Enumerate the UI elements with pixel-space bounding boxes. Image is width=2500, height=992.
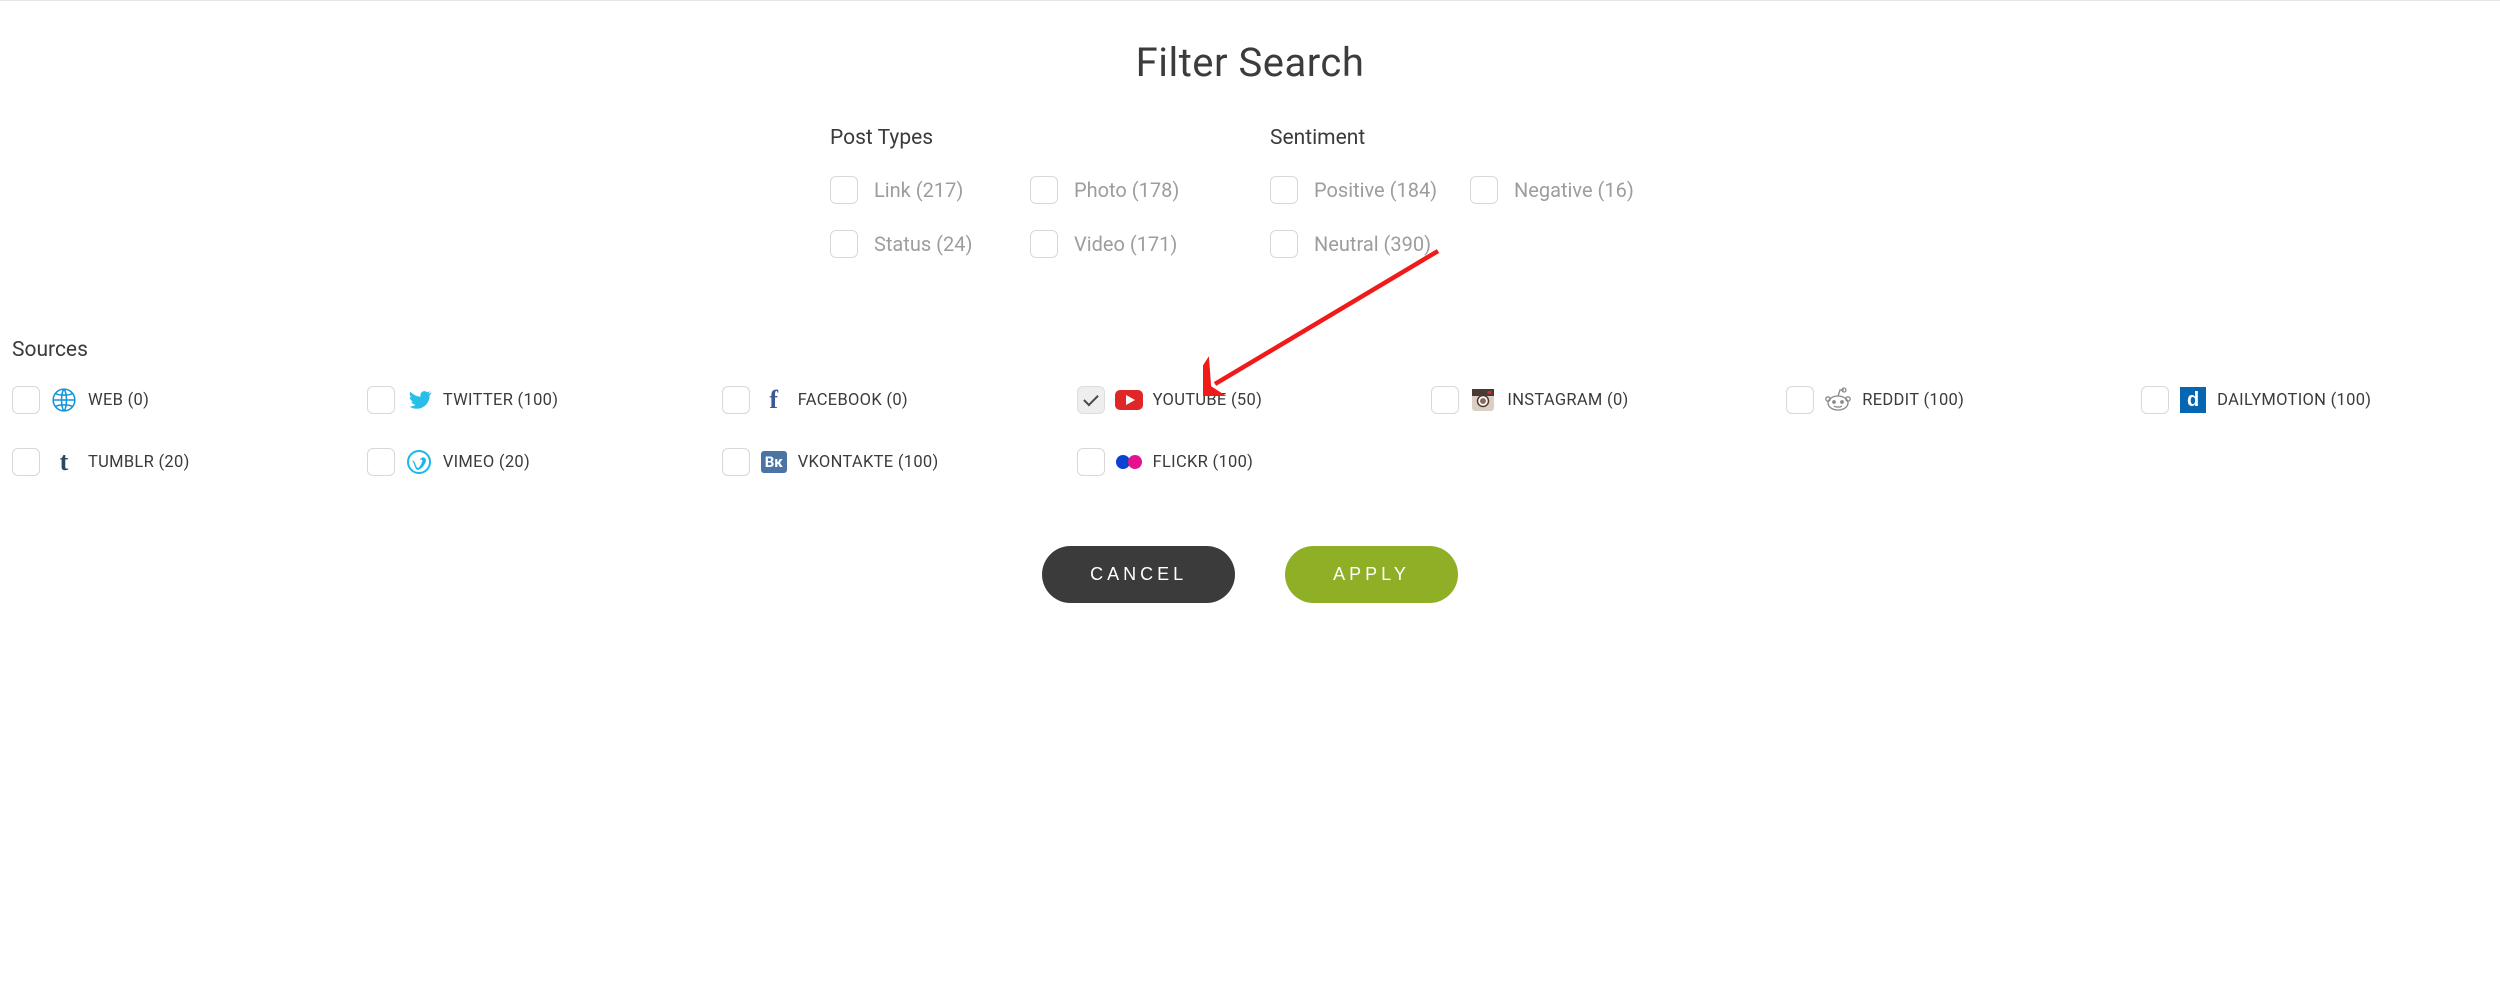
source-youtube[interactable]: YOUTUBE (50) <box>1077 386 1424 414</box>
source-vimeo[interactable]: VIMEO (20) <box>367 448 714 476</box>
instagram-icon <box>1469 386 1497 414</box>
web-icon <box>50 386 78 414</box>
post-type-link-label: Link (217) <box>874 178 963 202</box>
checkbox-instagram[interactable] <box>1431 386 1459 414</box>
checkbox-dailymotion[interactable] <box>2141 386 2169 414</box>
vkontakte-icon: Вк <box>760 448 788 476</box>
sources-section: Sources WEB (0) TWITTER (100) f FACEBOOK <box>10 338 2490 476</box>
source-reddit[interactable]: REDDIT (100) <box>1786 386 2133 414</box>
checkbox-flickr[interactable] <box>1077 448 1105 476</box>
cancel-button[interactable]: CANCEL <box>1042 546 1235 603</box>
source-dailymotion-label: DAILYMOTION (100) <box>2217 391 2371 410</box>
source-vimeo-label: VIMEO (20) <box>443 453 530 472</box>
sentiment-section: Sentiment Positive (184) Negative (16) N… <box>1270 126 1670 258</box>
source-web-label: WEB (0) <box>88 391 149 410</box>
source-youtube-label: YOUTUBE (50) <box>1153 391 1263 410</box>
tumblr-icon: t <box>50 448 78 476</box>
checkbox-tumblr[interactable] <box>12 448 40 476</box>
source-facebook-label: FACEBOOK (0) <box>798 391 908 410</box>
checkbox-web[interactable] <box>12 386 40 414</box>
sentiment-label: Sentiment <box>1270 126 1670 150</box>
sentiment-neutral-label: Neutral (390) <box>1314 232 1431 256</box>
post-type-status-label: Status (24) <box>874 232 972 256</box>
dailymotion-icon: d <box>2179 386 2207 414</box>
post-type-video[interactable]: Video (171) <box>1030 230 1230 258</box>
sources-label: Sources <box>12 338 2488 362</box>
checkbox-video[interactable] <box>1030 230 1058 258</box>
sentiment-positive[interactable]: Positive (184) <box>1270 176 1470 204</box>
source-dailymotion[interactable]: d DAILYMOTION (100) <box>2141 386 2488 414</box>
sentiment-neutral[interactable]: Neutral (390) <box>1270 230 1470 258</box>
checkbox-youtube[interactable] <box>1077 386 1105 414</box>
post-type-link[interactable]: Link (217) <box>830 176 1030 204</box>
apply-button[interactable]: APPLY <box>1285 546 1458 603</box>
facebook-icon: f <box>760 386 788 414</box>
source-tumblr-label: TUMBLR (20) <box>88 453 190 472</box>
sentiment-positive-label: Positive (184) <box>1314 178 1437 202</box>
checkbox-photo[interactable] <box>1030 176 1058 204</box>
post-types-label: Post Types <box>830 126 1230 150</box>
vimeo-icon <box>405 448 433 476</box>
source-web[interactable]: WEB (0) <box>12 386 359 414</box>
checkbox-link[interactable] <box>830 176 858 204</box>
sentiment-negative[interactable]: Negative (16) <box>1470 176 1670 204</box>
checkbox-facebook[interactable] <box>722 386 750 414</box>
source-vkontakte-label: VKONTAKTE (100) <box>798 453 939 472</box>
post-type-video-label: Video (171) <box>1074 232 1177 256</box>
source-twitter[interactable]: TWITTER (100) <box>367 386 714 414</box>
checkbox-vkontakte[interactable] <box>722 448 750 476</box>
checkbox-vimeo[interactable] <box>367 448 395 476</box>
source-reddit-label: REDDIT (100) <box>1862 391 1964 410</box>
source-tumblr[interactable]: t TUMBLR (20) <box>12 448 359 476</box>
post-type-photo[interactable]: Photo (178) <box>1030 176 1230 204</box>
checkbox-neutral[interactable] <box>1270 230 1298 258</box>
twitter-icon <box>405 386 433 414</box>
checkbox-reddit[interactable] <box>1786 386 1814 414</box>
source-vkontakte[interactable]: Вк VKONTAKTE (100) <box>722 448 1069 476</box>
source-facebook[interactable]: f FACEBOOK (0) <box>722 386 1069 414</box>
source-flickr-label: FLICKR (100) <box>1153 453 1254 472</box>
checkbox-positive[interactable] <box>1270 176 1298 204</box>
source-instagram[interactable]: INSTAGRAM (0) <box>1431 386 1778 414</box>
sentiment-negative-label: Negative (16) <box>1514 178 1634 202</box>
source-instagram-label: INSTAGRAM (0) <box>1507 391 1628 410</box>
youtube-icon <box>1115 386 1143 414</box>
source-twitter-label: TWITTER (100) <box>443 391 558 410</box>
post-type-photo-label: Photo (178) <box>1074 178 1179 202</box>
post-types-section: Post Types Link (217) Photo (178) Status… <box>830 126 1230 258</box>
post-type-status[interactable]: Status (24) <box>830 230 1030 258</box>
flickr-icon <box>1115 448 1143 476</box>
checkbox-twitter[interactable] <box>367 386 395 414</box>
source-flickr[interactable]: FLICKR (100) <box>1077 448 1424 476</box>
reddit-icon <box>1824 386 1852 414</box>
page-title: Filter Search <box>10 1 2490 96</box>
checkbox-status[interactable] <box>830 230 858 258</box>
checkbox-negative[interactable] <box>1470 176 1498 204</box>
